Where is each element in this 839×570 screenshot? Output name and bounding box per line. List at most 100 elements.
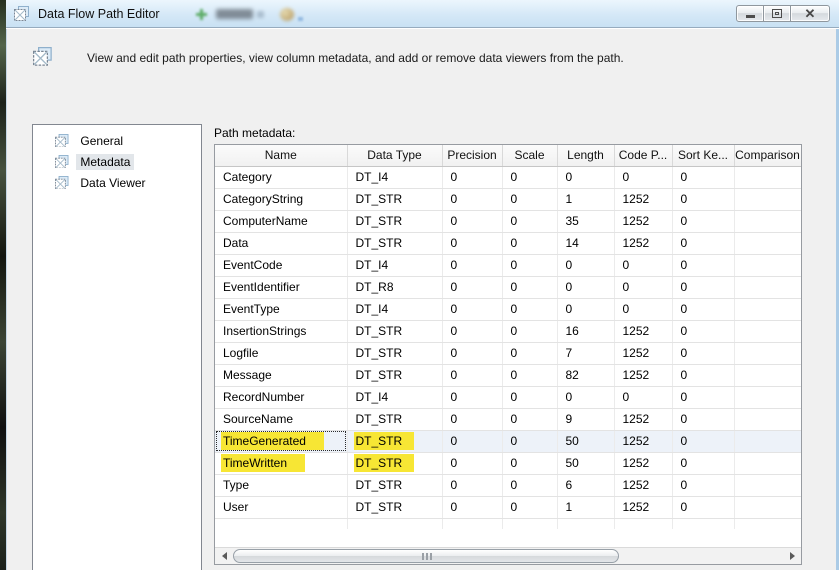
cell-length[interactable]: 9: [557, 408, 614, 430]
cell-name[interactable]: CategoryString: [215, 188, 347, 210]
cell-precision[interactable]: 0: [442, 166, 502, 188]
cell-scale[interactable]: 0: [502, 386, 557, 408]
minimize-button[interactable]: [736, 5, 764, 22]
cell-code-page[interactable]: 1252: [614, 452, 672, 474]
horizontal-scrollbar[interactable]: [215, 547, 801, 564]
cell-scale[interactable]: 0: [502, 474, 557, 496]
column-header-precision[interactable]: Precision: [442, 145, 502, 166]
cell-scale[interactable]: 0: [502, 364, 557, 386]
cell-precision[interactable]: 0: [442, 496, 502, 518]
cell-name[interactable]: Type: [215, 474, 347, 496]
cell-code-page[interactable]: 0: [614, 166, 672, 188]
cell-comparison[interactable]: [734, 430, 801, 452]
cell-scale[interactable]: 0: [502, 166, 557, 188]
close-button[interactable]: ✕: [790, 5, 830, 22]
column-header-name[interactable]: Name: [215, 145, 347, 166]
cell-code-page[interactable]: 0: [614, 254, 672, 276]
cell-sort-key[interactable]: 0: [672, 254, 734, 276]
table-row[interactable]: DataDT_STR001412520: [215, 232, 801, 254]
cell-comparison[interactable]: [734, 254, 801, 276]
cell-data-type[interactable]: DT_R8: [347, 276, 442, 298]
table-row[interactable]: TimeWrittenDT_STR005012520: [215, 452, 801, 474]
cell-name[interactable]: RecordNumber: [215, 386, 347, 408]
cell-code-page[interactable]: 1252: [614, 474, 672, 496]
cell-precision[interactable]: 0: [442, 452, 502, 474]
cell-length[interactable]: 0: [557, 166, 614, 188]
cell-precision[interactable]: 0: [442, 364, 502, 386]
table-row[interactable]: LogfileDT_STR00712520: [215, 342, 801, 364]
cell-code-page[interactable]: 1252: [614, 342, 672, 364]
table-row[interactable]: TypeDT_STR00612520: [215, 474, 801, 496]
cell-precision[interactable]: 0: [442, 430, 502, 452]
cell-code-page[interactable]: 1252: [614, 496, 672, 518]
cell-precision[interactable]: 0: [442, 276, 502, 298]
sidebar-item-general[interactable]: General: [33, 130, 201, 151]
cell-code-page[interactable]: 0: [614, 298, 672, 320]
cell-data-type[interactable]: DT_STR: [347, 408, 442, 430]
cell-precision[interactable]: 0: [442, 408, 502, 430]
cell-data-type[interactable]: DT_I4: [347, 166, 442, 188]
cell-length[interactable]: 35: [557, 210, 614, 232]
cell-sort-key[interactable]: 0: [672, 452, 734, 474]
cell-length[interactable]: 16: [557, 320, 614, 342]
cell-name[interactable]: Data: [215, 232, 347, 254]
cell-code-page[interactable]: 1252: [614, 364, 672, 386]
cell-name[interactable]: EventType: [215, 298, 347, 320]
cell-scale[interactable]: 0: [502, 452, 557, 474]
cell-length[interactable]: 1: [557, 188, 614, 210]
cell-data-type[interactable]: DT_STR: [347, 474, 442, 496]
cell-comparison[interactable]: [734, 474, 801, 496]
cell-sort-key[interactable]: 0: [672, 188, 734, 210]
cell-sort-key[interactable]: 0: [672, 210, 734, 232]
cell-name[interactable]: ComputerName: [215, 210, 347, 232]
cell-name[interactable]: Category: [215, 166, 347, 188]
cell-comparison[interactable]: [734, 232, 801, 254]
cell-comparison[interactable]: [734, 188, 801, 210]
table-row[interactable]: CategoryStringDT_STR00112520: [215, 188, 801, 210]
cell-comparison[interactable]: [734, 166, 801, 188]
cell-length[interactable]: 0: [557, 386, 614, 408]
column-header-scale[interactable]: Scale: [502, 145, 557, 166]
cell-data-type[interactable]: DT_STR: [347, 320, 442, 342]
cell-length[interactable]: 0: [557, 298, 614, 320]
cell-sort-key[interactable]: 0: [672, 298, 734, 320]
cell-length[interactable]: 6: [557, 474, 614, 496]
cell-sort-key[interactable]: 0: [672, 232, 734, 254]
cell-sort-key[interactable]: 0: [672, 320, 734, 342]
cell-name[interactable]: User: [215, 496, 347, 518]
cell-precision[interactable]: 0: [442, 298, 502, 320]
cell-length[interactable]: 1: [557, 496, 614, 518]
cell-data-type[interactable]: DT_I4: [347, 254, 442, 276]
cell-scale[interactable]: 0: [502, 320, 557, 342]
cell-code-page[interactable]: 1252: [614, 210, 672, 232]
cell-code-page[interactable]: 0: [614, 276, 672, 298]
cell-code-page[interactable]: 1252: [614, 188, 672, 210]
cell-name[interactable]: TimeGenerated: [215, 430, 347, 452]
cell-code-page[interactable]: 1252: [614, 320, 672, 342]
cell-scale[interactable]: 0: [502, 232, 557, 254]
cell-name[interactable]: SourceName: [215, 408, 347, 430]
cell-precision[interactable]: 0: [442, 474, 502, 496]
table-row[interactable]: RecordNumberDT_I400000: [215, 386, 801, 408]
cell-comparison[interactable]: [734, 364, 801, 386]
cell-comparison[interactable]: [734, 298, 801, 320]
cell-data-type[interactable]: DT_STR: [347, 364, 442, 386]
cell-length[interactable]: 7: [557, 342, 614, 364]
table-row[interactable]: SourceNameDT_STR00912520: [215, 408, 801, 430]
cell-sort-key[interactable]: 0: [672, 364, 734, 386]
scroll-right-button[interactable]: [784, 548, 801, 564]
column-header-comparison[interactable]: Comparison: [734, 145, 801, 166]
table-row[interactable]: UserDT_STR00112520: [215, 496, 801, 518]
cell-comparison[interactable]: [734, 408, 801, 430]
cell-data-type[interactable]: DT_STR: [347, 430, 442, 452]
cell-scale[interactable]: 0: [502, 298, 557, 320]
column-header-data-type[interactable]: Data Type: [347, 145, 442, 166]
cell-data-type[interactable]: DT_STR: [347, 496, 442, 518]
cell-comparison[interactable]: [734, 342, 801, 364]
column-header-length[interactable]: Length: [557, 145, 614, 166]
cell-comparison[interactable]: [734, 320, 801, 342]
table-row[interactable]: ComputerNameDT_STR003512520: [215, 210, 801, 232]
table-row[interactable]: CategoryDT_I400000: [215, 166, 801, 188]
scroll-left-button[interactable]: [215, 548, 232, 564]
cell-scale[interactable]: 0: [502, 496, 557, 518]
